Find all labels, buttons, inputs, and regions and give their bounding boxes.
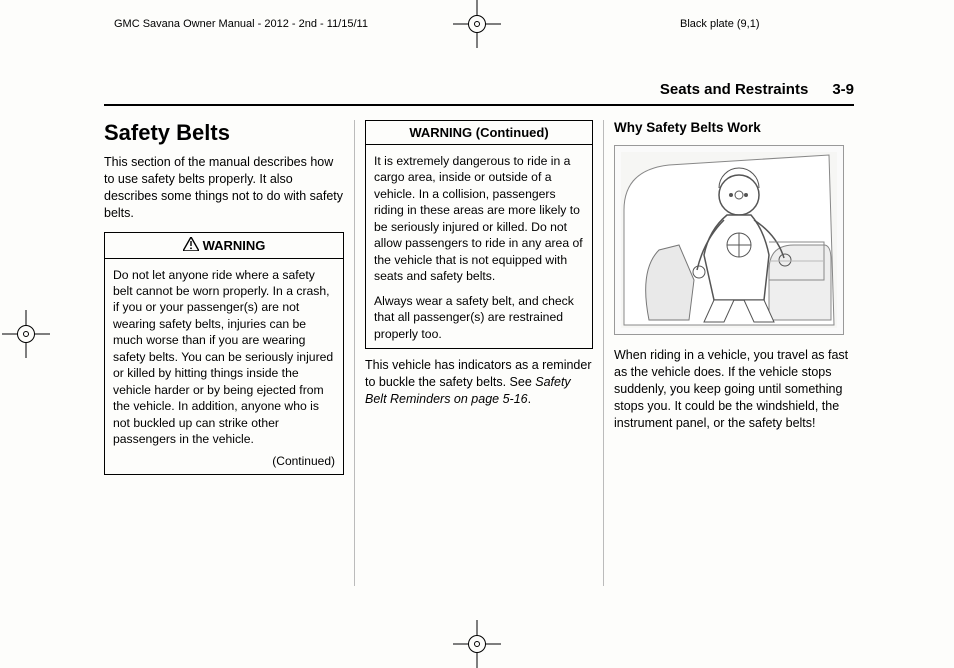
manual-page: GMC Savana Owner Manual - 2012 - 2nd - 1…	[0, 0, 954, 668]
warning-p1: It is extremely dangerous to ride in a c…	[374, 153, 584, 285]
page-number: 3-9	[832, 81, 854, 98]
main-heading: Safety Belts	[104, 120, 344, 146]
print-meta-bar: GMC Savana Owner Manual - 2012 - 2nd - 1…	[0, 18, 954, 46]
warning-triangle-icon	[183, 237, 199, 254]
after-text-c: .	[528, 392, 531, 406]
doc-title: GMC Savana Owner Manual - 2012 - 2nd - 1…	[114, 18, 368, 30]
warning-label-continued: WARNING (Continued)	[409, 125, 548, 140]
warning-box-continued: WARNING (Continued) It is extremely dang…	[365, 120, 593, 349]
intro-paragraph: This section of the manual describes how…	[104, 154, 344, 222]
dummy-svg	[619, 150, 839, 330]
warning-label: WARNING	[203, 238, 266, 253]
subheading: Why Safety Belts Work	[614, 120, 854, 135]
why-body-paragraph: When riding in a vehicle, you travel as …	[614, 347, 854, 431]
warning-box: WARNING Do not let anyone ride where a s…	[104, 232, 344, 475]
warning-header-continued: WARNING (Continued)	[366, 121, 592, 145]
section-title: Seats and Restraints	[660, 81, 808, 98]
warning-body: Do not let anyone ride where a safety be…	[105, 259, 343, 454]
continued-label: (Continued)	[105, 454, 343, 474]
plate-info: Black plate (9,1)	[680, 18, 759, 30]
columns: Safety Belts This section of the manual …	[104, 106, 854, 586]
column-3: Why Safety Belts Work	[604, 120, 854, 586]
after-warning-paragraph: This vehicle has indicators as a reminde…	[365, 357, 593, 408]
crash-dummy-illustration	[614, 145, 844, 335]
column-1: Safety Belts This section of the manual …	[104, 120, 354, 586]
warning-body-continued: It is extremely dangerous to ride in a c…	[366, 145, 592, 348]
column-2: WARNING (Continued) It is extremely dang…	[354, 120, 604, 586]
page-header: Seats and Restraints 3-9	[104, 76, 854, 106]
warning-header: WARNING	[105, 233, 343, 259]
content-frame: Seats and Restraints 3-9 Safety Belts Th…	[104, 76, 854, 596]
warning-text: Do not let anyone ride where a safety be…	[113, 267, 335, 448]
warning-p2: Always wear a safety belt, and check tha…	[374, 293, 584, 342]
